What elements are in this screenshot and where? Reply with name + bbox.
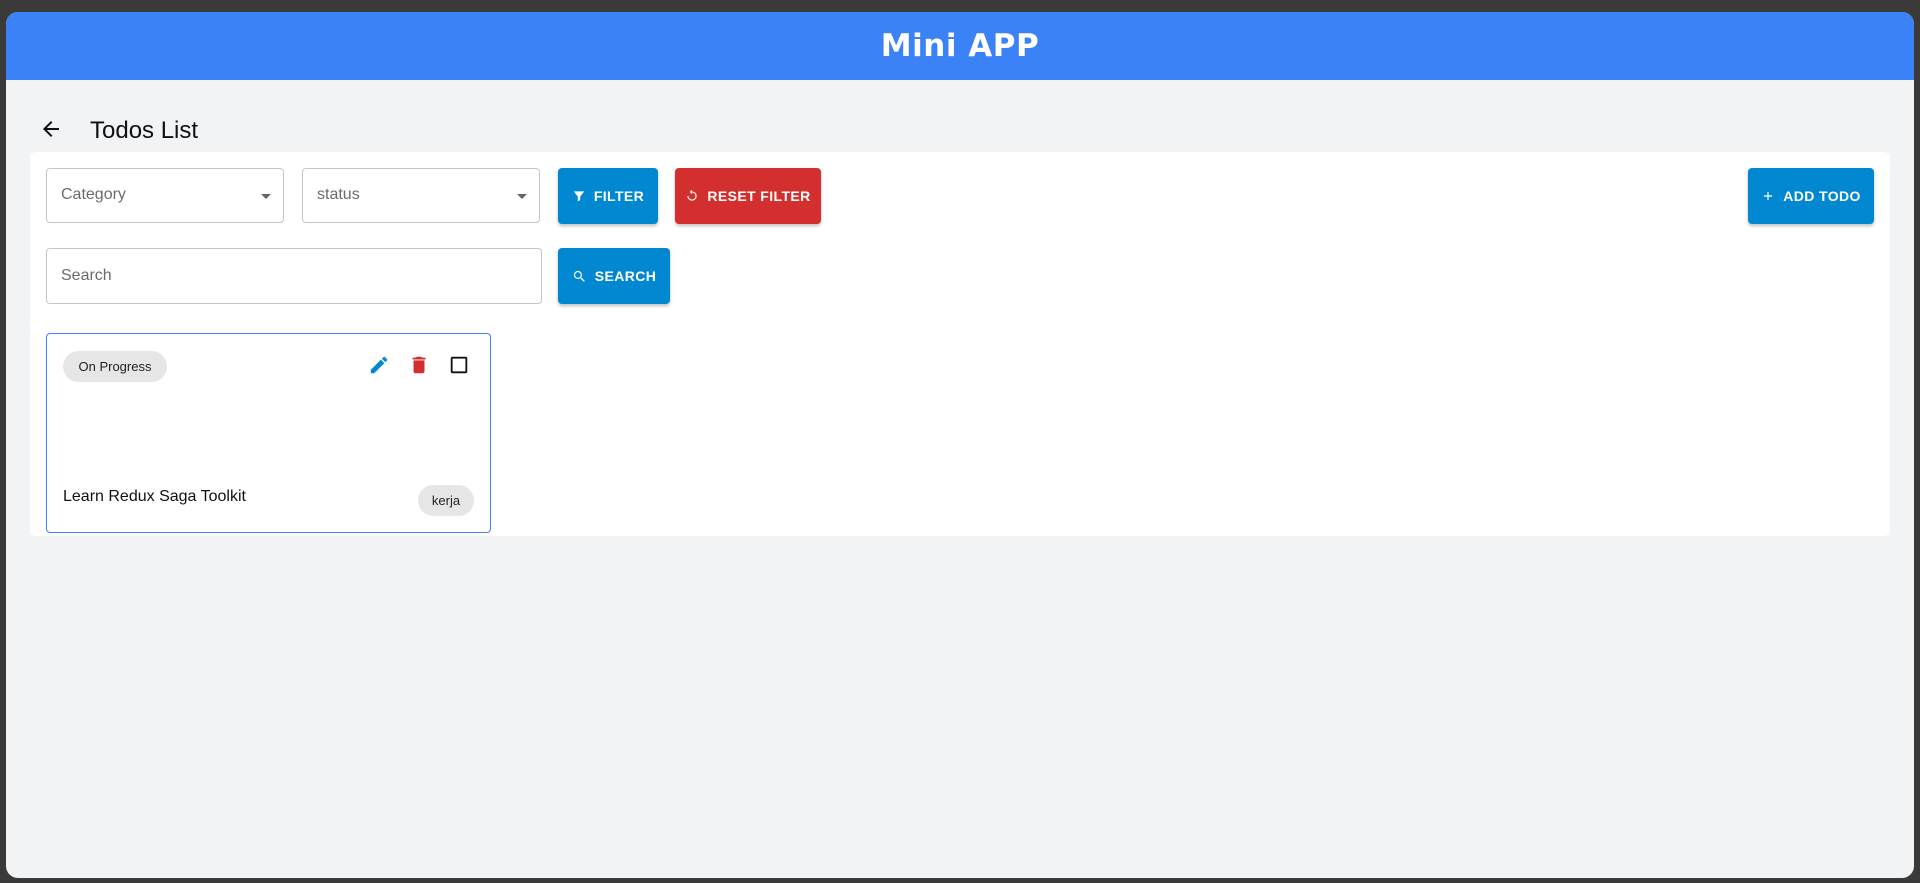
- search-icon: [572, 269, 587, 284]
- reset-filter-button[interactable]: RESET FILTER: [675, 168, 821, 224]
- search-input[interactable]: [46, 248, 542, 304]
- todo-card[interactable]: On Progress Learn Redux Saga Toolkit ker…: [46, 333, 491, 533]
- app-title: Mini APP: [880, 28, 1040, 64]
- page-header: Todos List: [30, 110, 198, 152]
- app-bar: Mini APP: [6, 12, 1914, 80]
- chevron-down-icon: [517, 194, 527, 199]
- pencil-icon: [368, 354, 390, 381]
- category-select[interactable]: Category: [46, 168, 284, 223]
- complete-checkbox[interactable]: [444, 352, 474, 382]
- category-select-label: Category: [61, 186, 126, 203]
- category-chip: kerja: [418, 485, 474, 516]
- status-select[interactable]: status: [302, 168, 540, 223]
- status-chip: On Progress: [63, 351, 167, 382]
- edit-button[interactable]: [364, 352, 394, 382]
- delete-button[interactable]: [404, 352, 434, 382]
- plus-icon: [1761, 189, 1775, 203]
- todos-panel: Category status FILTER RESET FILTER ADD …: [30, 152, 1890, 536]
- refresh-icon: [685, 189, 699, 203]
- app-window: Mini APP Todos List Category status FILT…: [6, 12, 1914, 878]
- filter-button-label: FILTER: [593, 188, 645, 204]
- search-button-label: SEARCH: [594, 268, 657, 284]
- checkbox-icon: [448, 354, 470, 381]
- filter-button[interactable]: FILTER: [558, 168, 658, 224]
- filter-icon: [572, 189, 586, 203]
- arrow-back-icon: [39, 117, 63, 146]
- add-todo-button[interactable]: ADD TODO: [1748, 168, 1874, 224]
- trash-icon: [408, 354, 430, 381]
- search-button[interactable]: SEARCH: [558, 248, 670, 304]
- status-select-label: status: [317, 186, 360, 203]
- page-title: Todos List: [90, 117, 199, 144]
- reset-filter-button-label: RESET FILTER: [707, 188, 811, 204]
- todo-actions: [354, 352, 474, 382]
- add-todo-button-label: ADD TODO: [1783, 188, 1861, 204]
- todo-title: Learn Redux Saga Toolkit: [63, 488, 246, 505]
- chevron-down-icon: [261, 194, 271, 199]
- back-button[interactable]: [30, 110, 72, 152]
